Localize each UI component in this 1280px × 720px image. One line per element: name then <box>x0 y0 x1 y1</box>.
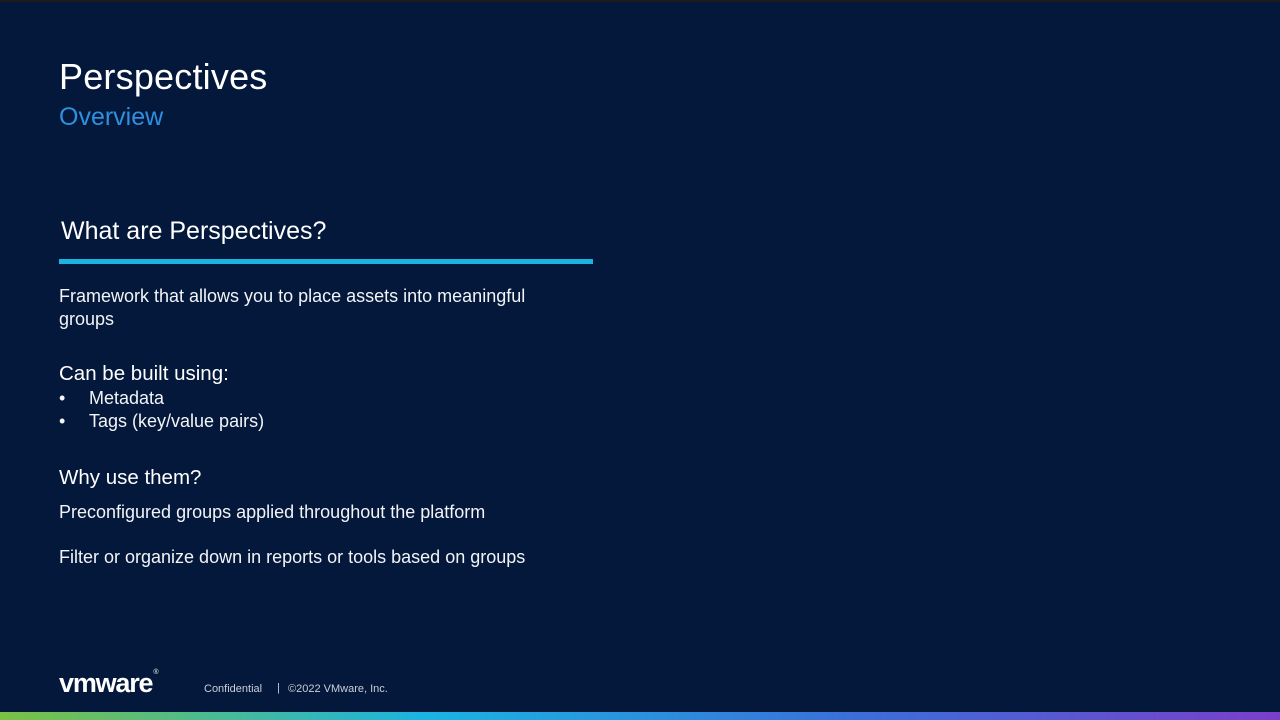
logo-wordmark: vmware <box>59 668 154 698</box>
list-item-label: Metadata <box>89 388 165 408</box>
vmware-logo: vmware® <box>59 668 159 699</box>
footer-copyright: ©2022 VMware, Inc. <box>288 683 388 695</box>
section-divider <box>59 259 593 264</box>
why-point-text: Filter or organize down in reports or to… <box>59 547 526 567</box>
bottom-gradient-bar <box>0 712 1280 720</box>
bullet-icon: • <box>59 388 66 408</box>
footer-confidential: Confidential <box>204 683 263 695</box>
top-edge <box>0 0 1280 2</box>
footer-separator: | <box>277 682 280 694</box>
list-item: • Metadata <box>59 387 264 410</box>
slide-title: Perspectives <box>59 56 268 97</box>
registered-mark: ® <box>153 669 159 676</box>
built-using-list: • Metadata • Tags (key/value pairs) <box>59 387 264 433</box>
list-item: • Tags (key/value pairs) <box>59 410 264 433</box>
built-using-heading: Can be built using: <box>59 362 229 385</box>
bullet-icon: • <box>59 411 66 431</box>
section-heading: What are Perspectives? <box>61 217 327 245</box>
description-text: Framework that allows you to place asset… <box>59 286 526 329</box>
list-item-label: Tags (key/value pairs) <box>89 411 265 431</box>
why-point-text: Preconfigured groups applied throughout … <box>59 502 486 522</box>
slide-subtitle: Overview <box>59 103 164 131</box>
why-use-heading: Why use them? <box>59 466 202 489</box>
